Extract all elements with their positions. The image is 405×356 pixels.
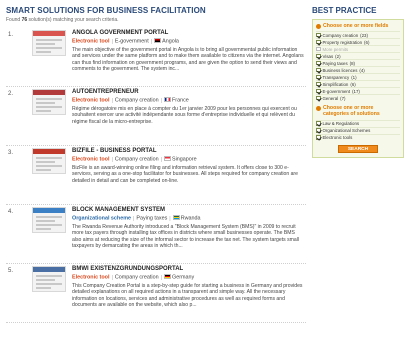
result-meta: Electronic tool | E-government | Angola — [72, 38, 179, 45]
result-meta: Electronic tool | Company creation | France — [72, 97, 189, 104]
flag-icon — [164, 274, 172, 279]
result-thumbnail[interactable] — [32, 30, 66, 56]
fields-heading: Choose one or more fields — [316, 23, 400, 29]
category-filter-item[interactable]: Electronic tools — [316, 133, 400, 141]
result-number: 4. — [8, 209, 14, 215]
field-filter-item[interactable]: Visas (2) — [316, 52, 400, 59]
checkbox[interactable] — [316, 88, 321, 94]
result-thumbnail[interactable] — [32, 89, 66, 115]
fields-list: Company creation (23) Property registratio… — [316, 31, 400, 101]
field-filter-item[interactable]: Business licences (4) — [316, 66, 400, 73]
sidebar-title: BEST PRACTICE — [312, 6, 377, 15]
checkbox[interactable] — [316, 53, 321, 59]
flag-icon — [154, 38, 162, 43]
result-description: Régime dérogatoire mis en place à compte… — [72, 105, 297, 125]
checkbox[interactable] — [316, 67, 321, 73]
result-title[interactable]: BLOCK MANAGEMENT SYSTEM — [72, 207, 304, 213]
tag-link[interactable]: Company creation — [115, 157, 159, 163]
flag-icon — [172, 215, 180, 220]
country-link[interactable]: Germany — [172, 275, 194, 281]
country-link[interactable]: Singapore — [172, 157, 197, 163]
tag-link[interactable]: Paying taxes — [136, 216, 167, 222]
field-filter-item[interactable]: Transparency (1) — [316, 73, 400, 80]
checkbox[interactable] — [316, 81, 321, 87]
checkbox[interactable] — [316, 74, 321, 80]
field-filter-item[interactable]: Paying taxes (8) — [316, 59, 400, 66]
results-list: 1. ANGOLA GOVERNMENT PORTAL Electronic t… — [6, 28, 306, 323]
result-thumbnail[interactable] — [32, 266, 66, 292]
checkbox[interactable] — [316, 121, 321, 126]
flag-icon — [164, 156, 172, 161]
result-description: This Company Creation Portal is a step-b… — [72, 282, 303, 309]
result-item: 5. BMWI EXISTENZGRUNDUNGSPORTAL Electron… — [6, 264, 306, 323]
country-link[interactable]: Rwanda — [181, 216, 201, 222]
tag-link[interactable]: E-government — [115, 39, 149, 45]
result-description: The main objective of the government por… — [72, 46, 304, 73]
categories-list: Law & Regulations Organizational Schemes E… — [316, 119, 400, 141]
field-filter-item[interactable]: Property registration (6) — [316, 38, 400, 45]
result-title[interactable]: BIZFILE - BUSINESS PORTAL — [72, 148, 304, 154]
solution-type[interactable]: Electronic tool — [72, 275, 109, 281]
tag-link[interactable]: Company creation — [115, 275, 159, 281]
categories-heading: Choose one or more categories of solutio… — [316, 105, 400, 117]
result-description: BizFile is an award-winning online filin… — [72, 164, 298, 184]
checkbox[interactable] — [316, 60, 321, 66]
country-link[interactable]: France — [172, 98, 189, 104]
category-filter-item[interactable]: Law & Regulations — [316, 119, 400, 127]
field-filter-item[interactable]: Simplification (6) — [316, 80, 400, 87]
best-practice-sidebar: BEST PRACTICE Choose one or more fields … — [312, 0, 404, 356]
solution-type[interactable]: Electronic tool — [72, 98, 109, 104]
solution-type[interactable]: Organizational scheme — [72, 216, 131, 222]
checkbox[interactable] — [316, 135, 321, 140]
results-panel: SMART SOLUTIONS FOR BUSINESS FACILITATIO… — [6, 0, 306, 356]
country-link[interactable]: Angola — [162, 39, 179, 45]
result-item: 2. AUTOENTREPRENEUR Electronic tool | Comp… — [6, 87, 306, 146]
result-meta: Electronic tool | Company creation | Singapo… — [72, 156, 197, 163]
flag-icon — [164, 97, 172, 102]
filter-box: Choose one or more fields Company creati… — [312, 19, 404, 158]
orange-bullet-icon — [316, 23, 321, 29]
result-title[interactable]: ANGOLA GOVERNMENT PORTAL — [72, 30, 304, 36]
page-title: SMART SOLUTIONS FOR BUSINESS FACILITATIO… — [6, 6, 206, 15]
field-filter-item[interactable]: Company creation (23) — [316, 31, 400, 38]
result-thumbnail[interactable] — [32, 207, 66, 233]
result-item: 4. BLOCK MANAGEMENT SYSTEM Organizationa… — [6, 205, 306, 264]
search-button[interactable]: SEARCH — [338, 144, 378, 153]
result-item: 1. ANGOLA GOVERNMENT PORTAL Electronic t… — [6, 28, 306, 87]
checkbox — [316, 46, 321, 52]
result-item: 3. BIZFILE - BUSINESS PORTAL Electronic … — [6, 146, 306, 205]
tag-link[interactable]: Company creation — [115, 98, 159, 104]
result-number: 3. — [8, 150, 14, 156]
orange-bullet-icon — [316, 105, 321, 111]
result-number: 1. — [8, 32, 14, 38]
result-number: 2. — [8, 91, 14, 97]
solution-type[interactable]: Electronic tool — [72, 157, 109, 163]
field-filter-item[interactable]: E-government (17) — [316, 87, 400, 94]
result-count: Found 76 solution(s) matching your searc… — [6, 17, 119, 23]
checkbox[interactable] — [316, 128, 321, 133]
checkbox[interactable] — [316, 95, 321, 101]
result-meta: Organizational scheme | Paying taxes | Rwand… — [72, 215, 201, 222]
category-filter-item[interactable]: Organizational Schemes — [316, 126, 400, 134]
result-title[interactable]: BMWI EXISTENZGRUNDUNGSPORTAL — [72, 266, 304, 272]
result-thumbnail[interactable] — [32, 148, 66, 174]
result-meta: Electronic tool | Company creation | Germany — [72, 274, 195, 281]
result-description: The Rwanda Revenue Authority introduced … — [72, 223, 299, 250]
result-number: 5. — [8, 268, 14, 274]
solution-type[interactable]: Electronic tool — [72, 39, 109, 45]
field-filter-item: More permits — [316, 45, 400, 52]
result-title[interactable]: AUTOENTREPRENEUR — [72, 89, 304, 95]
field-filter-item[interactable]: General (7) — [316, 94, 400, 101]
checkbox[interactable] — [316, 32, 321, 38]
checkbox[interactable] — [316, 39, 321, 45]
